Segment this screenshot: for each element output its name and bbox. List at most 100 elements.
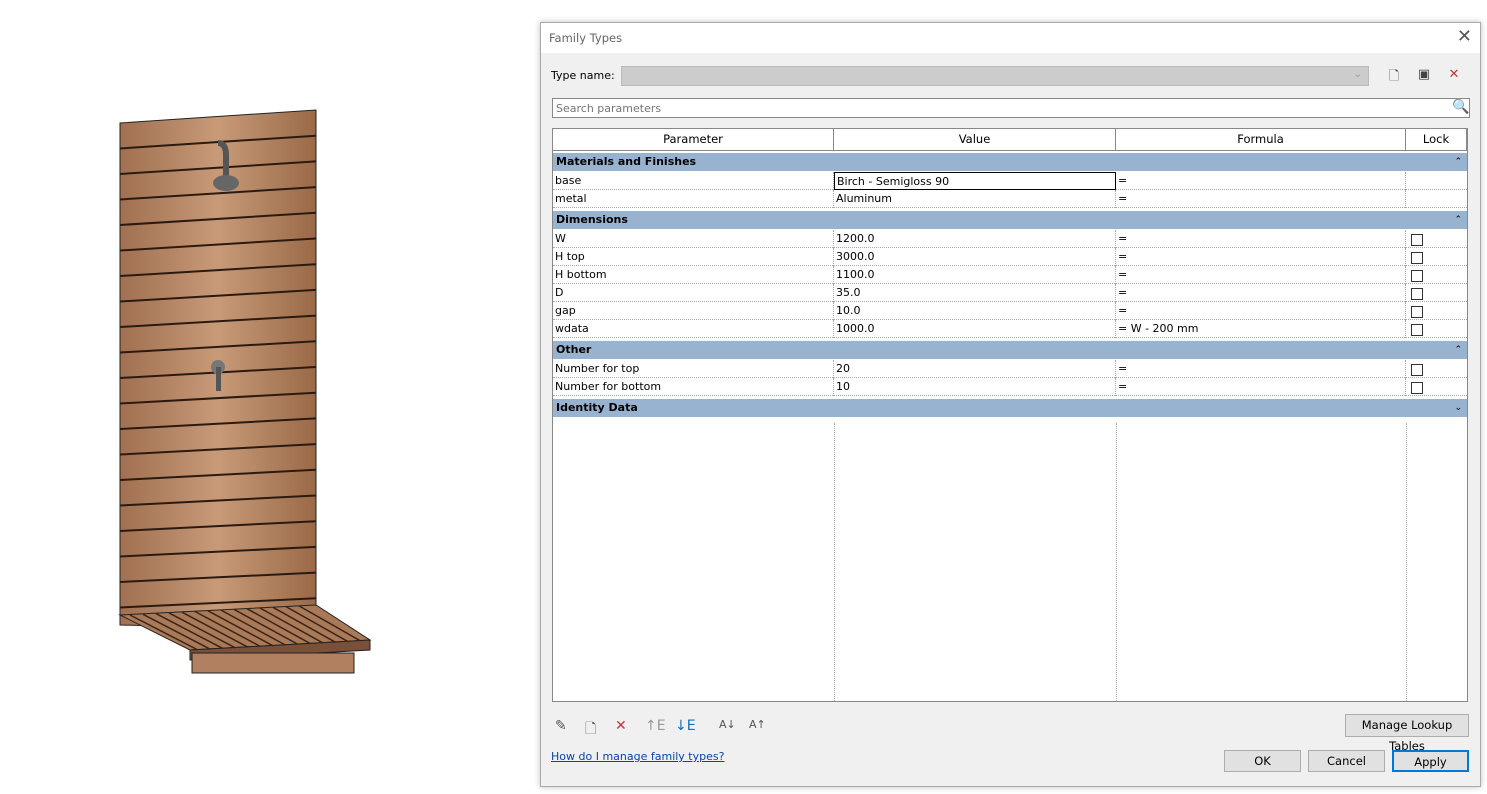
expand-icon[interactable]: ⌄ (1454, 399, 1462, 417)
formula-cell[interactable]: = (1116, 284, 1406, 302)
table-row: Number for top 20 = (553, 360, 1467, 378)
value-cell[interactable]: 10 (834, 378, 1116, 396)
dialog-title: Family Types (549, 31, 623, 45)
column-header-lock[interactable]: Lock (1406, 129, 1467, 151)
table-row: metal Aluminum = (553, 190, 1467, 208)
value-cell[interactable]: 35.0 (834, 284, 1116, 302)
value-cell[interactable]: 10.0 (834, 302, 1116, 320)
search-input[interactable] (552, 98, 1470, 118)
formula-cell[interactable]: = (1116, 190, 1406, 208)
cancel-button[interactable]: Cancel (1308, 750, 1385, 772)
shower-panel-3d-view (118, 109, 372, 674)
lock-cell (1406, 378, 1467, 396)
lock-cell (1406, 190, 1467, 208)
manage-lookup-tables-button[interactable]: Manage Lookup Tables (1345, 714, 1469, 753)
lock-checkbox[interactable] (1411, 234, 1423, 246)
table-row: W 1200.0 = (553, 230, 1467, 248)
group-header[interactable]: Dimensions ⌃ (553, 211, 1467, 229)
new-parameter-icon[interactable]: 🗋 (585, 718, 596, 742)
title-bar: Family Types ✕ (541, 23, 1480, 53)
parameter-cell: Number for bottom (553, 378, 834, 396)
lock-checkbox[interactable] (1411, 364, 1423, 376)
formula-cell[interactable]: = (1116, 266, 1406, 284)
column-header-value[interactable]: Value (834, 129, 1116, 151)
formula-cell[interactable]: = (1116, 302, 1406, 320)
delete-type-icon[interactable]: ✕ (1445, 67, 1463, 85)
table-row: D 35.0 = (553, 284, 1467, 302)
move-up-icon[interactable]: ↑E (645, 718, 666, 734)
group-name: Identity Data (556, 401, 638, 414)
lock-checkbox[interactable] (1411, 382, 1423, 394)
collapse-icon[interactable]: ⌃ (1454, 211, 1462, 229)
formula-cell[interactable]: = (1116, 230, 1406, 248)
edit-parameter-icon[interactable]: ✎ (555, 718, 567, 734)
rename-type-icon[interactable]: ▣ (1415, 67, 1433, 85)
group-name: Materials and Finishes (556, 155, 697, 168)
column-header-formula[interactable]: Formula (1116, 129, 1406, 151)
table-row: gap 10.0 = (553, 302, 1467, 320)
group-header[interactable]: Identity Data ⌄ (553, 399, 1467, 417)
parameter-cell: Number for top (553, 360, 834, 378)
lock-cell (1406, 248, 1467, 266)
table-row: H top 3000.0 = (553, 248, 1467, 266)
group-name: Other (556, 343, 592, 356)
group-header[interactable]: Other ⌃ (553, 341, 1467, 359)
table-row: base Birch - Semigloss 90 = (553, 172, 1467, 190)
lock-checkbox[interactable] (1411, 270, 1423, 282)
lock-checkbox[interactable] (1411, 306, 1423, 318)
column-header-parameter[interactable]: Parameter (553, 129, 834, 151)
parameter-cell: H bottom (553, 266, 834, 284)
lock-checkbox[interactable] (1411, 288, 1423, 300)
parameter-cell: metal (553, 190, 834, 208)
lock-cell (1406, 360, 1467, 378)
apply-button[interactable]: Apply (1392, 750, 1469, 772)
lock-checkbox[interactable] (1411, 324, 1423, 336)
formula-cell[interactable]: = (1116, 172, 1406, 190)
value-cell[interactable]: 3000.0 (834, 248, 1116, 266)
help-link[interactable]: How do I manage family types? (551, 750, 724, 763)
lock-checkbox[interactable] (1411, 252, 1423, 264)
collapse-icon[interactable]: ⌃ (1454, 341, 1462, 359)
ok-button[interactable]: OK (1224, 750, 1301, 772)
value-cell[interactable]: Birch - Semigloss 90 (834, 172, 1116, 190)
type-name-dropdown[interactable]: ⌄ (621, 66, 1369, 86)
column-divider (1116, 423, 1117, 701)
formula-cell[interactable]: = W - 200 mm (1116, 320, 1406, 338)
close-icon[interactable]: ✕ (1457, 26, 1472, 47)
type-name-label: Type name: (551, 69, 615, 82)
value-cell[interactable]: Aluminum (834, 190, 1116, 208)
table-row: H bottom 1100.0 = (553, 266, 1467, 284)
group-name: Dimensions (556, 213, 628, 226)
formula-cell[interactable]: = (1116, 248, 1406, 266)
parameter-cell: gap (553, 302, 834, 320)
parameter-cell: base (553, 172, 834, 190)
sort-descending-icon[interactable]: A↑ (749, 718, 766, 731)
move-down-icon[interactable]: ↓E (675, 718, 696, 734)
lock-cell (1406, 284, 1467, 302)
lock-cell (1406, 320, 1467, 338)
lock-cell (1406, 266, 1467, 284)
delete-parameter-icon[interactable]: ✕ (615, 718, 627, 734)
new-type-icon[interactable]: 🗋 (1385, 67, 1403, 85)
value-cell[interactable]: 20 (834, 360, 1116, 378)
chevron-down-icon: ⌄ (1353, 69, 1362, 80)
table-row: wdata 1000.0 = W - 200 mm (553, 320, 1467, 338)
parameters-table: Parameter Value Formula Lock Materials and F… (552, 128, 1468, 702)
lock-cell (1406, 172, 1467, 190)
parameter-cell: wdata (553, 320, 834, 338)
parameter-cell: D (553, 284, 834, 302)
column-divider (1406, 423, 1407, 701)
lock-cell (1406, 302, 1467, 320)
value-cell[interactable]: 1000.0 (834, 320, 1116, 338)
family-types-dialog: Family Types ✕ Type name: ⌄ 🗋 ▣ ✕ 🔍 Para… (540, 22, 1481, 787)
formula-cell[interactable]: = (1116, 378, 1406, 396)
column-divider (834, 423, 835, 701)
group-header[interactable]: Materials and Finishes ⌃ (553, 153, 1467, 171)
parameter-cell: H top (553, 248, 834, 266)
sort-ascending-icon[interactable]: A↓ (719, 718, 736, 731)
value-cell[interactable]: 1200.0 (834, 230, 1116, 248)
collapse-icon[interactable]: ⌃ (1454, 153, 1462, 171)
formula-cell[interactable]: = (1116, 360, 1406, 378)
search-icon[interactable]: 🔍 (1452, 99, 1469, 115)
value-cell[interactable]: 1100.0 (834, 266, 1116, 284)
